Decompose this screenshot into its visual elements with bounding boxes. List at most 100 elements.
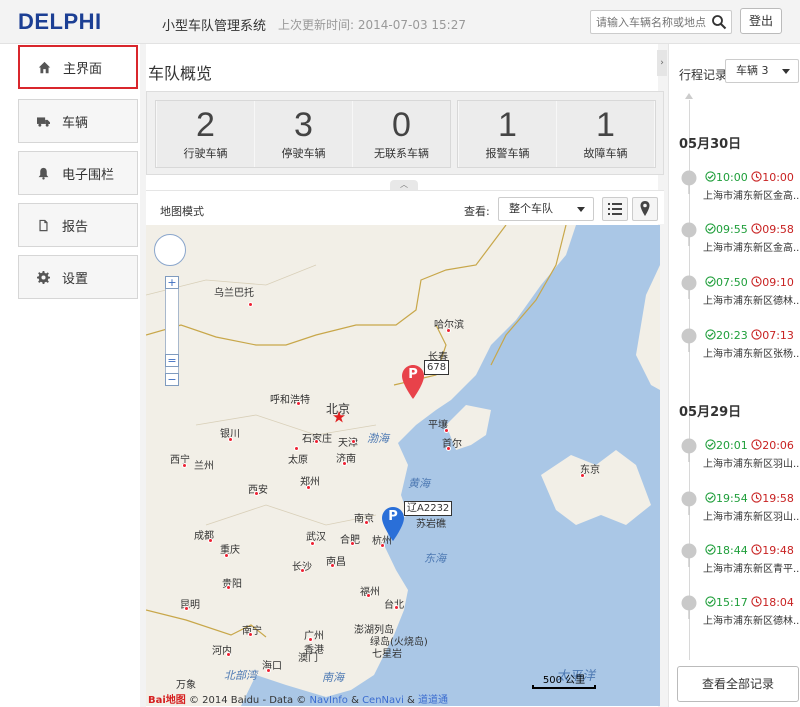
city-dot <box>364 520 369 525</box>
trip-item[interactable]: 09:55 09:58 上海市浦东新区金高... <box>679 222 800 262</box>
trip-address: 上海市浦东新区德林... <box>703 296 800 307</box>
bell-icon <box>38 167 49 180</box>
collapse-stats-button[interactable]: ︿ <box>390 180 418 190</box>
map-label: 澳门 <box>298 653 318 664</box>
vehicle-selected: 车辆 3 <box>736 64 769 77</box>
map-label: 武汉 <box>306 532 326 543</box>
daodaotong-link[interactable]: 道道通 <box>418 695 448 706</box>
sea-label: 黄海 <box>408 477 430 490</box>
end-clock-icon <box>751 223 762 236</box>
trip-start-time: 20:23 <box>716 329 748 342</box>
stat-alarm[interactable]: 1 报警车辆 <box>459 101 556 167</box>
zoom-slider-handle[interactable]: = <box>165 354 179 367</box>
list-view-button[interactable] <box>602 197 628 221</box>
logout-button[interactable]: 登出 <box>740 8 782 34</box>
map-label: 首尔 <box>442 439 462 450</box>
city-dot <box>306 485 311 490</box>
zoom-out-button[interactable]: − <box>165 373 179 386</box>
map-label: 呼和浩特 <box>270 395 310 406</box>
timeline-pin-icon <box>679 438 699 462</box>
sidebar-item-geofence[interactable]: 电子围栏 <box>18 151 138 195</box>
view-all-records-button[interactable]: 查看全部记录 <box>677 666 799 702</box>
sidebar-item-home[interactable]: 主界面 <box>18 45 138 89</box>
city-dot <box>182 463 187 468</box>
sidebar-item-vehicles[interactable]: 车辆 <box>18 99 138 143</box>
fleet-stats: 2 行驶车辆 3 停驶车辆 0 无联系车辆 1 报警车辆 1 故障车辆 <box>146 91 664 175</box>
end-clock-icon <box>751 276 762 289</box>
trip-item[interactable]: 18:44 19:48 上海市浦东新区青平... <box>679 543 800 583</box>
sidebar: 主界面 车辆 电子围栏 报告 设置 <box>0 44 140 707</box>
timeline-pin-icon <box>679 595 699 619</box>
zoom-slider[interactable] <box>165 276 179 386</box>
trip-item[interactable]: 19:54 19:58 上海市浦东新区羽山... <box>679 491 800 531</box>
sidebar-item-label: 设置 <box>62 271 89 287</box>
stat-parked[interactable]: 3 停驶车辆 <box>255 101 352 167</box>
trip-item[interactable]: 15:17 18:04 上海市浦东新区德林... <box>679 595 800 635</box>
truck-icon <box>37 116 50 127</box>
start-check-icon <box>705 276 716 289</box>
zoom-in-button[interactable]: + <box>165 276 179 289</box>
baidu-logo[interactable]: Bai地图 <box>148 695 186 706</box>
navinfo-link[interactable]: NavInfo <box>309 695 347 706</box>
stat-no-contact[interactable]: 0 无联系车辆 <box>353 101 450 167</box>
start-check-icon <box>705 223 716 236</box>
stat-fault[interactable]: 1 故障车辆 <box>557 101 654 167</box>
trip-record-label: 行程记录 <box>679 68 728 82</box>
trip-address: 上海市浦东新区羽山... <box>703 512 800 523</box>
sidebar-item-settings[interactable]: 设置 <box>18 255 138 299</box>
trip-end-time: 10:00 <box>762 171 794 184</box>
search-box[interactable] <box>590 10 732 34</box>
map-label: 兰州 <box>194 461 214 472</box>
city-dot <box>266 668 271 673</box>
timeline-pin-icon <box>679 543 699 567</box>
map-label: 贵阳 <box>222 579 242 590</box>
capital-star-icon <box>333 411 345 423</box>
fleet-view-select[interactable]: 整个车队 <box>498 197 594 221</box>
trip-end-time: 18:04 <box>762 596 794 609</box>
sidebar-item-label: 主界面 <box>63 61 103 77</box>
map-label: 乌兰巴托 <box>214 288 254 299</box>
vehicle-marker-la2232[interactable]: P <box>382 507 404 541</box>
trip-start-time: 18:44 <box>716 544 748 557</box>
search-icon[interactable] <box>711 14 727 30</box>
trip-times: 18:44 19:48 <box>705 544 794 557</box>
start-check-icon <box>705 596 716 609</box>
collapse-right-button[interactable]: › <box>657 50 667 76</box>
trip-start-time: 09:55 <box>716 223 748 236</box>
timeline-pin-icon <box>679 328 699 352</box>
stat-moving[interactable]: 2 行驶车辆 <box>157 101 254 167</box>
city-dot <box>228 437 233 442</box>
search-input[interactable] <box>591 11 707 33</box>
home-icon <box>38 61 51 73</box>
trip-item[interactable]: 07:50 09:10 上海市浦东新区德林... <box>679 275 800 315</box>
city-dot <box>351 439 356 444</box>
city-dot <box>310 541 315 546</box>
end-clock-icon <box>751 492 762 505</box>
city-dot <box>300 568 305 573</box>
stat-value: 3 <box>294 106 313 144</box>
map-view-button[interactable] <box>632 197 658 221</box>
end-clock-icon <box>751 596 762 609</box>
city-dot <box>314 439 319 444</box>
timeline-pin-icon <box>679 170 699 194</box>
trip-item[interactable]: 20:23 07:13 上海市浦东新区张杨... <box>679 328 800 368</box>
fleet-map[interactable]: + = − 乌兰巴托 哈尔滨 长春 呼和浩特 北京 天津 石家庄 银川 太原 济… <box>146 225 660 706</box>
sidebar-item-reports[interactable]: 报告 <box>18 203 138 247</box>
trip-start-time: 20:01 <box>716 439 748 452</box>
cennavi-link[interactable]: CenNavi <box>362 695 404 706</box>
city-dot <box>294 446 299 451</box>
trip-times: 09:55 09:58 <box>705 223 794 236</box>
start-check-icon <box>705 439 716 452</box>
city-dot <box>254 491 259 496</box>
sidebar-item-label: 电子围栏 <box>62 167 115 183</box>
marker-letter: P <box>388 509 398 524</box>
trip-start-time: 19:54 <box>716 492 748 505</box>
trip-item[interactable]: 10:00 10:00 上海市浦东新区金高... <box>679 170 800 210</box>
trip-date: 05月29日 <box>679 405 742 420</box>
trip-item[interactable]: 20:01 20:06 上海市浦东新区羽山... <box>679 438 800 478</box>
vehicle-marker-678[interactable]: P <box>402 365 424 399</box>
trip-date: 05月30日 <box>679 137 742 152</box>
vehicle-select[interactable]: 车辆 3 <box>725 59 799 83</box>
pan-control[interactable] <box>154 234 186 266</box>
trip-end-time: 19:58 <box>762 492 794 505</box>
